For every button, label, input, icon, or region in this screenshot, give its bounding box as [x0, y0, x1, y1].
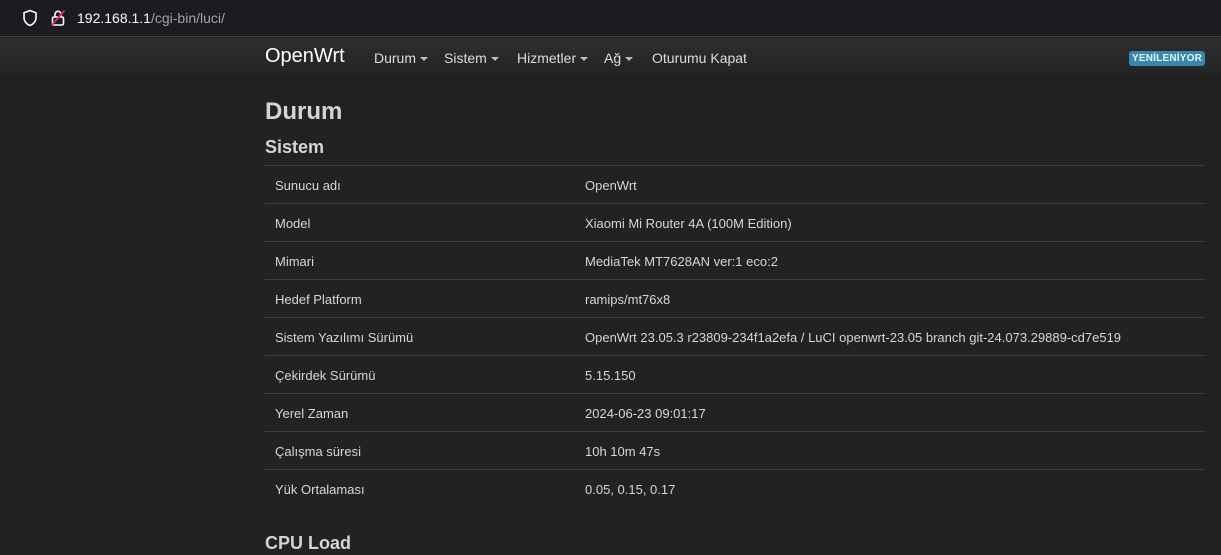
row-key: Çalışma süresi — [275, 444, 361, 459]
row-value: 0.05, 0.15, 0.17 — [585, 482, 676, 497]
row-key: Sistem Yazılımı Sürümü — [275, 330, 414, 345]
caret-down-icon — [625, 57, 634, 62]
system-info-table: Sunucu adı OpenWrt Model Xiaomi Mi Route… — [265, 165, 1205, 508]
table-row: Çekirdek Sürümü 5.15.150 — [265, 356, 1205, 394]
table-row: Hedef Platform ramips/mt76x8 — [265, 280, 1205, 318]
browser-url-bar: 192.168.1.1/cgi-bin/luci/ — [0, 0, 1221, 37]
table-row: Model Xiaomi Mi Router 4A (100M Edition) — [265, 204, 1205, 242]
caret-down-icon — [490, 57, 499, 62]
row-value: OpenWrt 23.05.3 r23809-234f1a2efa / LuCI… — [585, 330, 1122, 345]
nav-logout[interactable]: Oturumu Kapat — [652, 50, 747, 66]
table-row: Yerel Zaman 2024-06-23 09:01:17 — [265, 394, 1205, 432]
nav-menu-label: Ağ — [604, 50, 622, 66]
caret-down-icon — [580, 57, 589, 62]
nav-menu-durum[interactable]: Durum — [374, 50, 429, 66]
row-value: Xiaomi Mi Router 4A (100M Edition) — [585, 216, 792, 231]
url-host: 192.168.1.1 — [77, 10, 151, 26]
table-row: Sunucu adı OpenWrt — [265, 166, 1205, 204]
url-field[interactable]: 192.168.1.1/cgi-bin/luci/ — [77, 10, 225, 26]
nav-menu-label: Hizmetler — [517, 50, 577, 66]
row-key: Model — [275, 216, 311, 231]
section-title-cpu-load: CPU Load — [265, 533, 352, 553]
row-key: Yerel Zaman — [275, 406, 349, 421]
nav-menu-label: Oturumu Kapat — [652, 50, 747, 66]
row-key: Mimari — [275, 254, 314, 269]
page-title: Durum — [265, 98, 343, 125]
nav-menu-sistem[interactable]: Sistem — [444, 50, 499, 66]
row-key: Sunucu adı — [275, 178, 341, 193]
table-row: Sistem Yazılımı Sürümü OpenWrt 23.05.3 r… — [265, 318, 1205, 356]
url-path: /cgi-bin/luci/ — [150, 10, 225, 26]
row-value: MediaTek MT7628AN ver:1 eco:2 — [585, 254, 778, 269]
shield-icon[interactable] — [22, 9, 38, 27]
nav-menu-label: Sistem — [444, 50, 487, 66]
row-key: Hedef Platform — [275, 292, 362, 307]
row-value: 10h 10m 47s — [585, 444, 661, 459]
refreshing-badge[interactable]: YENİLENİYOR — [1129, 51, 1205, 66]
insecure-lock-icon[interactable] — [50, 9, 66, 27]
nav-menu-hizmetler[interactable]: Hizmetler — [517, 50, 589, 66]
row-key: Yük Ortalaması — [275, 482, 365, 497]
row-key: Çekirdek Sürümü — [275, 368, 376, 383]
row-value: OpenWrt — [585, 178, 637, 193]
section-title-system: Sistem — [265, 137, 325, 157]
nav-menu-label: Durum — [374, 50, 417, 66]
row-value: 2024-06-23 09:01:17 — [585, 406, 706, 421]
nav-menu-ag[interactable]: Ağ — [604, 50, 634, 66]
row-value: ramips/mt76x8 — [585, 292, 671, 307]
row-value: 5.15.150 — [585, 368, 636, 383]
top-navbar: OpenWrt Durum Sistem Hizmetler Ağ Oturum… — [0, 38, 1221, 79]
caret-down-icon — [420, 57, 429, 62]
table-row: Çalışma süresi 10h 10m 47s — [265, 432, 1205, 470]
brand-logo[interactable]: OpenWrt — [265, 45, 345, 68]
table-row: Mimari MediaTek MT7628AN ver:1 eco:2 — [265, 242, 1205, 280]
table-row: Yük Ortalaması 0.05, 0.15, 0.17 — [265, 470, 1205, 508]
